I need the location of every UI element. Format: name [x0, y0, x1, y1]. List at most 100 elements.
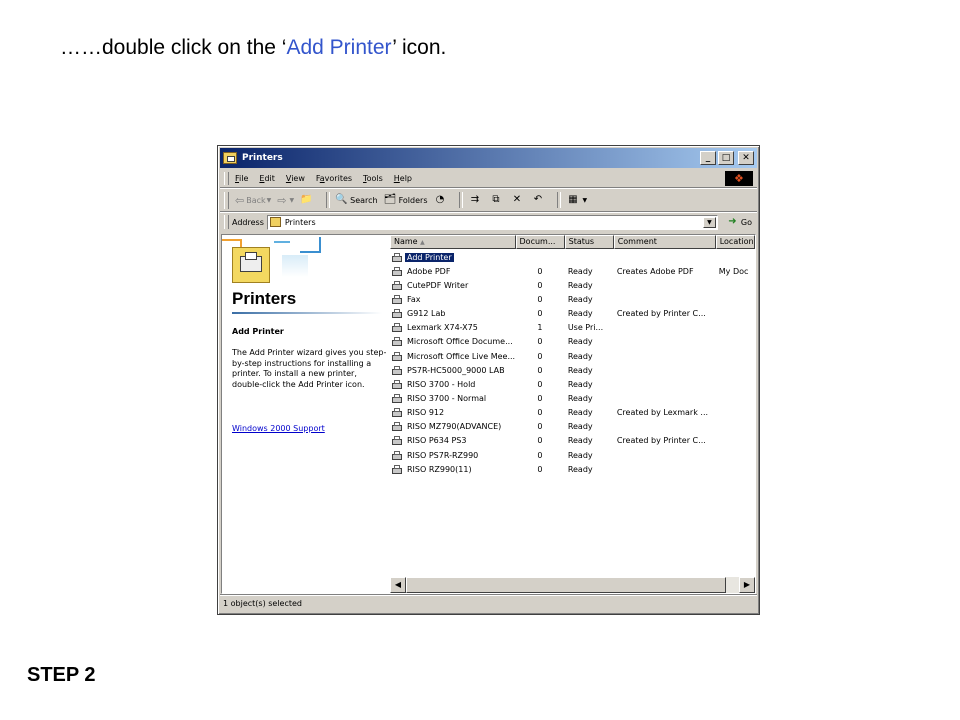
- column-header-comment[interactable]: Comment: [613, 235, 716, 249]
- folders-button[interactable]: 🗂 Folders: [384, 194, 428, 206]
- menu-edit[interactable]: Edit: [259, 174, 275, 183]
- undo-button[interactable]: ↶: [531, 194, 546, 206]
- menu-favorites[interactable]: Favorites: [316, 174, 352, 183]
- printers-window: Printers _ □ ✕ File Edit View Favorites …: [217, 145, 760, 615]
- printer-icon[interactable]: [391, 322, 403, 333]
- instruction-suffix: ’ icon.: [392, 36, 447, 59]
- column-header-status[interactable]: Status: [564, 235, 614, 249]
- printer-list-item[interactable]: Adobe PDF 0 Ready Creates Adobe PDF My Doc: [390, 264, 755, 278]
- copy-to-button[interactable]: ⧉: [489, 194, 504, 206]
- printer-list-item[interactable]: RISO PS7R-RZ990 0 Ready: [390, 448, 755, 462]
- printer-name: Fax: [407, 294, 421, 304]
- printer-icon[interactable]: [391, 308, 403, 319]
- printer-docs-cell: 0: [537, 393, 543, 403]
- printer-icon[interactable]: [391, 450, 403, 461]
- printer-icon[interactable]: [391, 464, 403, 475]
- maximize-button[interactable]: □: [718, 151, 734, 165]
- printer-status-cell: Ready: [567, 294, 593, 304]
- printer-icon[interactable]: [391, 379, 403, 390]
- column-header-documents[interactable]: Docum...: [515, 235, 565, 249]
- printer-icon[interactable]: [391, 351, 403, 362]
- status-bar: 1 object(s) selected: [220, 594, 757, 612]
- address-input[interactable]: Printers ▼: [266, 214, 718, 230]
- printer-name-cell: PS7R-HC5000_9000 LAB: [390, 365, 515, 376]
- printer-status-cell: Ready: [567, 351, 593, 361]
- printer-icon[interactable]: [391, 365, 403, 376]
- windows-support-link[interactable]: Windows 2000 Support: [232, 424, 325, 433]
- column-header-location[interactable]: Location: [715, 235, 755, 249]
- printer-list-item[interactable]: RISO RZ990(11) 0 Ready: [390, 462, 755, 476]
- addressbar-grip[interactable]: [224, 215, 229, 229]
- printers-folder-icon: [269, 217, 281, 227]
- move-to-button[interactable]: ⇉: [468, 194, 483, 206]
- minimize-button[interactable]: _: [700, 151, 716, 165]
- up-folder-button[interactable]: 📁: [300, 194, 315, 206]
- printer-icon[interactable]: [391, 294, 403, 305]
- printer-list-item[interactable]: RISO 912 0 Ready Created by Lexmark ...: [390, 406, 755, 420]
- menu-file[interactable]: File: [235, 174, 248, 183]
- forward-button[interactable]: ⇨ ▼: [277, 194, 294, 207]
- printer-icon[interactable]: [391, 266, 403, 277]
- printer-comment-cell: Created by Printer C...: [616, 436, 706, 446]
- printer-icon[interactable]: [391, 336, 403, 347]
- menu-tools[interactable]: Tools: [363, 174, 383, 183]
- printer-docs-cell: 0: [537, 266, 543, 276]
- menu-help[interactable]: Help: [394, 174, 412, 183]
- back-button[interactable]: ⇦ Back ▼: [235, 194, 271, 207]
- delete-button[interactable]: ✕: [510, 194, 525, 206]
- step-label: STEP 2: [27, 664, 96, 686]
- printer-list-item[interactable]: PS7R-HC5000_9000 LAB 0 Ready: [390, 363, 755, 377]
- printer-list-item[interactable]: CutePDF Writer 0 Ready: [390, 278, 755, 292]
- back-dropdown-icon[interactable]: ▼: [267, 197, 272, 204]
- close-button[interactable]: ✕: [738, 151, 754, 165]
- printer-list-item[interactable]: RISO MZ790(ADVANCE) 0 Ready: [390, 420, 755, 434]
- printer-list-item[interactable]: Microsoft Office Live Mee... 0 Ready: [390, 349, 755, 363]
- printer-icon[interactable]: [391, 407, 403, 418]
- title-bar[interactable]: Printers _ □ ✕: [220, 148, 757, 168]
- printer-icon[interactable]: [391, 280, 403, 291]
- history-button[interactable]: ◔: [433, 194, 448, 206]
- printer-list-item[interactable]: RISO 3700 - Hold 0 Ready: [390, 377, 755, 391]
- printer-list-item[interactable]: RISO P634 PS3 0 Ready Created by Printer C.…: [390, 434, 755, 448]
- printer-list-item[interactable]: RISO 3700 - Normal 0 Ready: [390, 391, 755, 405]
- printer-docs-cell: 0: [537, 351, 543, 361]
- views-dropdown-icon[interactable]: ▼: [582, 197, 587, 204]
- printer-list-item[interactable]: Lexmark X74-X75 1 Use Pri...: [390, 321, 755, 335]
- printer-icon[interactable]: [391, 435, 403, 446]
- scroll-right-button[interactable]: ▶: [739, 577, 755, 593]
- printer-docs-cell: 0: [537, 436, 543, 446]
- column-header-name[interactable]: Name ▲: [390, 235, 516, 249]
- printer-name-cell: Fax: [390, 294, 515, 305]
- go-arrow-icon: ➜: [728, 216, 737, 227]
- toolbar-grip[interactable]: [224, 191, 229, 209]
- add-printer-item[interactable]: Add Printer: [390, 250, 755, 264]
- standard-toolbar: ⇦ Back ▼ ⇨ ▼ 📁 🔍 Search 🗂 Folders ◔ ⇉ ⧉ ✕ ↶ ▦…: [220, 189, 757, 212]
- printer-name: RISO RZ990(11): [407, 464, 472, 474]
- printer-list-item[interactable]: Microsoft Office Docume... 0 Ready: [390, 335, 755, 349]
- views-button[interactable]: ▦ ▼: [566, 194, 587, 206]
- undo-icon: ↶: [533, 194, 543, 205]
- scroll-left-button[interactable]: ◀: [390, 577, 406, 593]
- add-printer-icon[interactable]: [391, 252, 403, 263]
- menu-view[interactable]: View: [286, 174, 305, 183]
- forward-dropdown-icon[interactable]: ▼: [289, 197, 294, 204]
- printer-name-cell: RISO RZ990(11): [390, 464, 515, 475]
- horizontal-scrollbar[interactable]: ◀ ▶: [390, 577, 755, 593]
- address-value: Printers: [284, 217, 316, 227]
- printer-name: Add Printer: [405, 252, 454, 262]
- menubar-grip[interactable]: [224, 172, 229, 185]
- address-dropdown-button[interactable]: ▼: [702, 216, 716, 228]
- printer-icon[interactable]: [391, 421, 403, 432]
- status-text: 1 object(s) selected: [223, 599, 303, 608]
- search-button[interactable]: 🔍 Search: [335, 194, 377, 206]
- printer-name: G912 Lab: [407, 309, 446, 319]
- printer-icon[interactable]: [391, 393, 403, 404]
- printer-list-item[interactable]: G912 Lab 0 Ready Created by Printer C...: [390, 307, 755, 321]
- go-button[interactable]: ➜ Go: [726, 216, 752, 228]
- printer-list-item[interactable]: Fax 0 Ready: [390, 292, 755, 306]
- list-rows: Add Printer Adobe PDF 0 Ready Creates Adobe …: [390, 250, 755, 476]
- address-label: Address: [232, 217, 264, 227]
- printer-status-cell: Ready: [567, 337, 593, 347]
- printer-docs-cell: 0: [537, 408, 543, 418]
- scrollbar-thumb[interactable]: [406, 577, 726, 593]
